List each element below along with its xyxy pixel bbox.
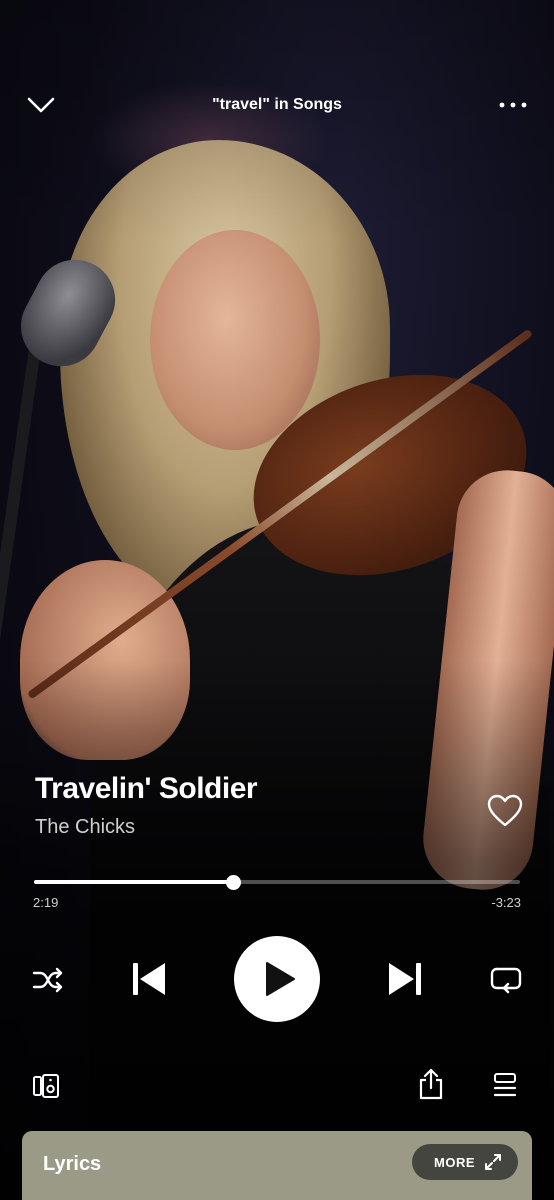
heart-icon[interactable]: [487, 794, 523, 828]
player-header: "travel" in Songs: [0, 84, 554, 128]
devices-icon[interactable]: [32, 1072, 60, 1100]
lyrics-card[interactable]: Lyrics MORE: [22, 1131, 532, 1200]
share-icon[interactable]: [418, 1068, 444, 1100]
queue-icon[interactable]: [492, 1072, 518, 1098]
track-title: Travelin' Soldier: [35, 772, 258, 805]
progress-fill: [34, 880, 234, 884]
expand-icon: [485, 1154, 501, 1170]
elapsed-time: 2:19: [33, 895, 59, 910]
shuffle-icon[interactable]: [32, 966, 64, 994]
repeat-icon[interactable]: [490, 964, 522, 994]
lyrics-more-label: MORE: [434, 1155, 475, 1170]
play-button[interactable]: [234, 936, 320, 1022]
progress-knob[interactable]: [226, 875, 242, 890]
skip-next-icon[interactable]: [386, 960, 424, 998]
lyrics-more-button[interactable]: MORE: [412, 1144, 518, 1180]
skip-previous-icon[interactable]: [130, 960, 168, 998]
track-artist[interactable]: The Chicks: [35, 816, 135, 839]
play-icon: [266, 962, 295, 996]
remaining-time: -3:23: [491, 895, 521, 910]
context-title: "travel" in Songs: [212, 96, 342, 113]
progress-slider[interactable]: [34, 875, 520, 890]
lyrics-label: Lyrics: [43, 1153, 102, 1175]
more-horizontal-icon[interactable]: [498, 92, 528, 118]
